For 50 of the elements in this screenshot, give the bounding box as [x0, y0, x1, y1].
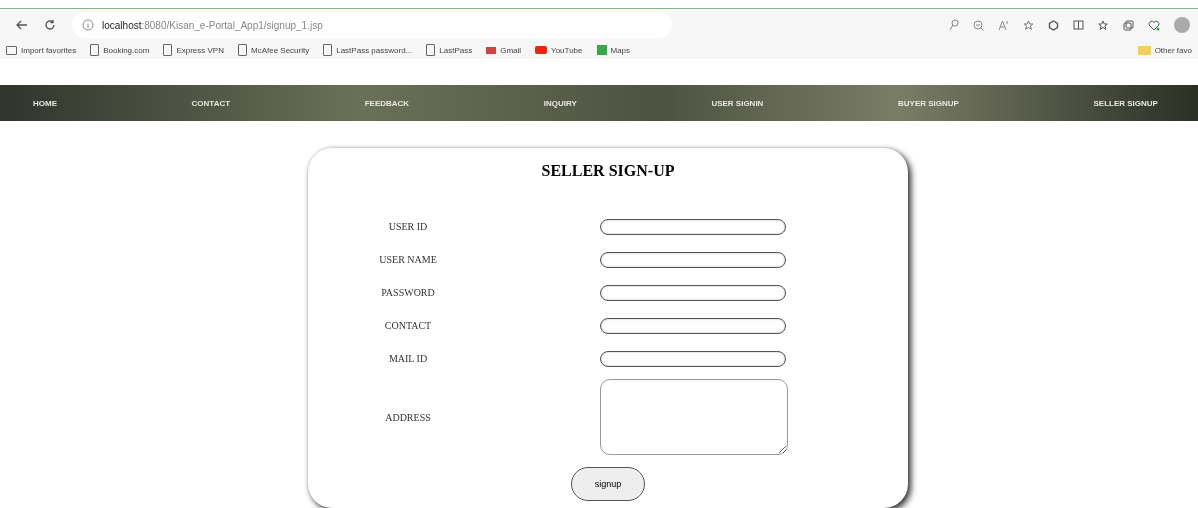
page-icon: [426, 44, 436, 56]
star-icon[interactable]: [1023, 19, 1034, 31]
form-title: SELLER SIGN-UP: [541, 162, 675, 180]
bookmark-item[interactable]: Express VPN: [163, 44, 224, 56]
collections-icon[interactable]: [1123, 19, 1134, 31]
address-field[interactable]: [600, 379, 788, 455]
signup-button[interactable]: signup: [571, 467, 645, 501]
bookmark-item[interactable]: LastPass password...: [323, 44, 413, 56]
field-label: CONTACT: [383, 320, 433, 331]
split-screen-icon[interactable]: [1073, 20, 1084, 30]
folder-icon: [1137, 45, 1151, 55]
input-field[interactable]: [600, 350, 786, 367]
bookmark-item[interactable]: Gmail: [486, 45, 522, 55]
field-label: USER ID: [387, 221, 429, 232]
address-bar[interactable]: localhost:8080/Kisan_e-Portal_App1/signup_1.jsp: [72, 12, 672, 38]
bookmark-item[interactable]: Other favo: [1137, 45, 1192, 55]
reload-icon[interactable]: [44, 19, 56, 31]
nav-link[interactable]: USER SIGNIN: [711, 98, 764, 108]
page-icon: [90, 44, 100, 56]
heart-icon[interactable]: [1148, 19, 1160, 31]
nav-link[interactable]: FEEDBACK: [364, 98, 410, 108]
bookmark-item[interactable]: McAfee Security: [237, 44, 310, 56]
bookmark-item[interactable]: Import favorites: [6, 45, 77, 55]
read-aloud-icon[interactable]: [998, 19, 1009, 31]
field-label: ADDRESS: [384, 411, 432, 423]
field-label: PASSWORD: [380, 287, 436, 298]
nav-link[interactable]: BUYER SIGNUP: [898, 98, 959, 108]
field-label: USER NAME: [378, 254, 438, 265]
bookmark-item[interactable]: LastPass: [426, 44, 473, 56]
nav-link[interactable]: SELLER SIGNUP: [1093, 98, 1158, 108]
favorites-icon[interactable]: [1098, 19, 1109, 31]
bookmark-item[interactable]: YouTube: [535, 45, 583, 55]
input-field[interactable]: [600, 284, 786, 301]
back-icon[interactable]: [16, 20, 28, 30]
input-field[interactable]: [600, 218, 786, 235]
bookmark-item[interactable]: Booking.com: [90, 44, 150, 56]
zoom-icon[interactable]: [973, 19, 984, 31]
nav-link[interactable]: INQUIRY: [543, 98, 577, 108]
page-icon: [323, 44, 333, 56]
input-field[interactable]: [600, 251, 786, 268]
nav-link[interactable]: CONTACT: [191, 98, 231, 108]
info-icon: [82, 19, 94, 31]
page-icon: [237, 44, 247, 56]
extension-icon[interactable]: [1048, 19, 1059, 31]
field-label: MAIL ID: [387, 353, 429, 364]
bookmark-item[interactable]: Maps: [596, 45, 631, 55]
nav-link[interactable]: HOME: [33, 98, 57, 108]
page-icon: [163, 44, 173, 56]
input-field[interactable]: [600, 317, 786, 334]
import-icon: [6, 45, 17, 55]
